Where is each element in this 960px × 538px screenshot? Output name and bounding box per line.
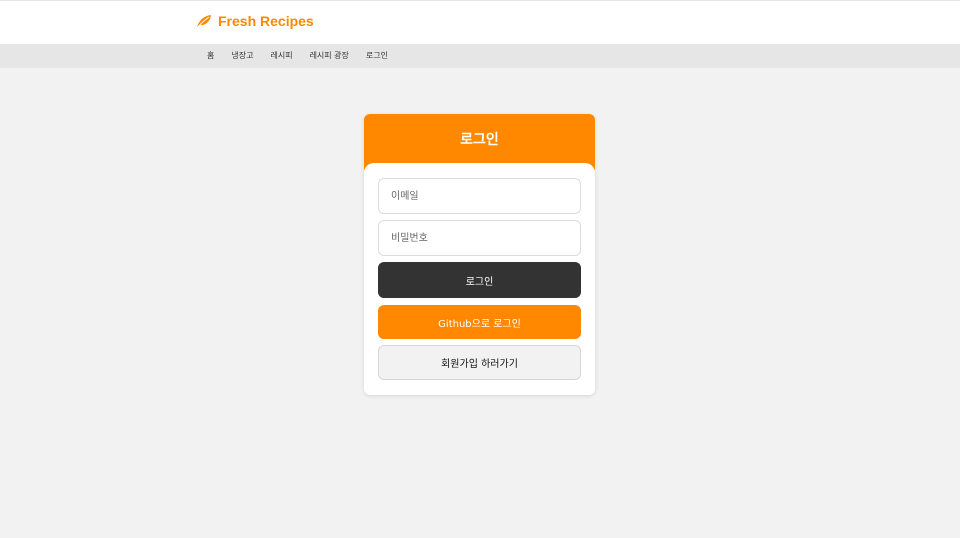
brand-name: Fresh Recipes	[218, 13, 314, 29]
signup-button[interactable]: 회원가입 하러가기	[378, 345, 581, 380]
nav-item-fridge[interactable]: 냉장고	[231, 44, 253, 68]
password-input[interactable]	[378, 220, 581, 256]
nav-item-recipes[interactable]: 레시피	[270, 44, 292, 68]
nav-item-home[interactable]: 홈	[207, 44, 214, 68]
top-header: Fresh Recipes	[0, 0, 960, 44]
login-form: 로그인 Github으로 로그인 회원가입 하러가기	[364, 163, 595, 395]
login-card: 로그인 로그인 Github으로 로그인 회원가입 하러가기	[364, 114, 595, 395]
login-title: 로그인	[460, 132, 499, 148]
login-button[interactable]: 로그인	[378, 262, 581, 298]
brand-logo[interactable]: Fresh Recipes	[196, 12, 314, 30]
leaf-icon	[196, 13, 212, 29]
nav-bar: 홈 냉장고 레시피 레시피 광장 로그인	[0, 44, 960, 68]
nav-item-recipe-plaza[interactable]: 레시피 광장	[310, 44, 349, 68]
nav-list: 홈 냉장고 레시피 레시피 광장 로그인	[207, 44, 388, 68]
nav-item-login[interactable]: 로그인	[366, 44, 388, 68]
login-card-header: 로그인	[364, 114, 595, 170]
email-input[interactable]	[378, 178, 581, 214]
github-login-button[interactable]: Github으로 로그인	[378, 305, 581, 339]
